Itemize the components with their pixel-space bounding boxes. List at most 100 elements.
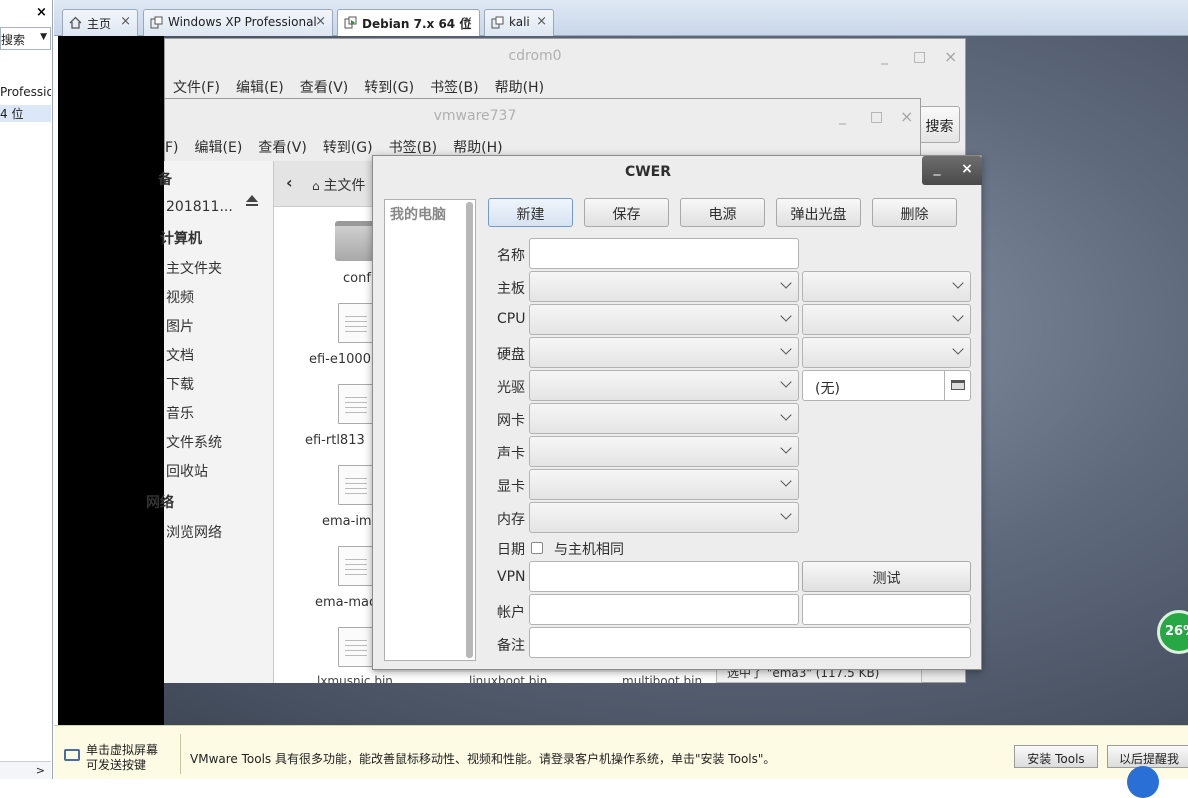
install-tools-button[interactable]: 安装 Tools — [1014, 745, 1098, 768]
search-button[interactable]: 搜索 — [919, 106, 960, 143]
close-icon[interactable]: × — [462, 14, 473, 29]
menu-file[interactable]: 文件(F) — [173, 80, 220, 96]
remind-later-button[interactable]: 以后提醒我 — [1107, 745, 1188, 768]
vm-list[interactable]: 我的电脑 — [384, 199, 476, 661]
eject-disc-button[interactable]: 弹出光盘 — [776, 198, 861, 227]
folder-icon[interactable] — [335, 221, 375, 261]
name-field[interactable] — [529, 238, 799, 269]
sidebar-item-browse-network[interactable]: 浏览网络 — [166, 522, 222, 542]
save-button[interactable]: 保存 — [584, 198, 669, 227]
menu-help[interactable]: 帮助(H) — [495, 80, 544, 96]
menu-go[interactable]: 转到(G) — [323, 140, 373, 156]
menu-bookmarks[interactable]: 书签(B) — [430, 80, 479, 96]
power-button[interactable]: 电源 — [680, 198, 765, 227]
menu-go[interactable]: 转到(G) — [364, 80, 414, 96]
note-field[interactable] — [529, 627, 971, 658]
sidebar-item-filesystem[interactable]: 文件系统 — [166, 432, 222, 452]
same-as-host-label[interactable]: 与主机相同 — [554, 539, 624, 559]
cpu-select[interactable] — [529, 304, 799, 335]
vm-list-item[interactable]: 我的电脑 — [390, 204, 446, 224]
video-select[interactable] — [529, 469, 799, 500]
close-button[interactable]: × — [944, 47, 957, 66]
library-item-debian[interactable]: 4 位 — [0, 105, 51, 122]
file-label[interactable]: lxmusnic.bin — [317, 674, 393, 683]
menu-edit[interactable]: 编辑(E) — [236, 80, 284, 96]
tab-windows-xp[interactable]: Windows XP Professional × — [143, 9, 333, 36]
library-search-input[interactable]: 搜索 ▼ — [0, 27, 51, 50]
file-label[interactable]: efi-e1000 — [309, 352, 371, 367]
cdrom-file-chooser[interactable]: (无) — [802, 370, 971, 401]
sound-select[interactable] — [529, 436, 799, 467]
menu-file[interactable]: F) — [165, 140, 179, 156]
library-scrollbar[interactable]: > — [0, 761, 51, 779]
file-icon[interactable] — [338, 627, 374, 667]
vm-list-scrollbar[interactable] — [466, 202, 473, 658]
file-label[interactable]: efi-rtl813 — [305, 433, 365, 448]
account-field[interactable] — [529, 594, 799, 625]
file-icon[interactable] — [338, 384, 374, 424]
eject-icon[interactable] — [246, 195, 258, 202]
menu-help[interactable]: 帮助(H) — [453, 140, 502, 156]
sidebar-item-documents[interactable]: 文档 — [166, 345, 194, 365]
library-close-button[interactable]: × — [36, 5, 47, 20]
file-label[interactable]: linuxboot.bin — [469, 674, 547, 683]
close-button[interactable]: × — [952, 156, 982, 185]
sidebar-item-music[interactable]: 音乐 — [166, 403, 194, 423]
chevron-down-icon[interactable]: ▼ — [40, 32, 47, 42]
menu-view[interactable]: 查看(V) — [258, 140, 307, 156]
test-button[interactable]: 测试 — [802, 561, 971, 592]
file-icon[interactable] — [338, 303, 374, 343]
tab-home[interactable]: 主页 × — [62, 9, 138, 36]
sidebar-item-trash[interactable]: 回收站 — [166, 461, 208, 481]
sidebar-item-device[interactable]: 201811... — [166, 199, 233, 215]
disk-sub-select[interactable] — [802, 337, 971, 368]
assistant-icon[interactable] — [1127, 766, 1159, 798]
file-view[interactable]: conf efi-e1000 efi-rtl813 ema-ima ema-ma… — [274, 207, 380, 683]
new-button[interactable]: 新建 — [488, 198, 573, 227]
password-field[interactable] — [802, 594, 971, 625]
folder-open-icon[interactable] — [944, 371, 972, 400]
cdrom-select[interactable] — [529, 370, 799, 401]
tab-debian[interactable]: Debian 7.x 64 位 × — [337, 9, 480, 37]
file-icon[interactable] — [338, 465, 374, 505]
scroll-right-icon[interactable]: > — [36, 764, 45, 777]
tab-label: 主页 — [87, 17, 112, 31]
path-home-button[interactable]: ⌂ 主文件 — [312, 175, 365, 195]
sidebar-item-videos[interactable]: 视频 — [166, 287, 194, 307]
menu-bookmarks[interactable]: 书签(B) — [389, 140, 438, 156]
menu-view[interactable]: 查看(V) — [300, 80, 349, 96]
delete-button[interactable]: 删除 — [872, 198, 957, 227]
library-item-xp[interactable]: Professio — [0, 85, 51, 99]
file-icon[interactable] — [338, 546, 374, 586]
close-button[interactable]: × — [900, 107, 913, 126]
file-label[interactable]: ema-mac — [315, 595, 376, 610]
maximize-button[interactable]: □ — [870, 109, 883, 125]
nic-select[interactable] — [529, 403, 799, 434]
close-icon[interactable]: × — [315, 14, 326, 29]
close-icon[interactable]: × — [120, 14, 131, 29]
disk-select[interactable] — [529, 337, 799, 368]
sidebar-item-pictures[interactable]: 图片 — [166, 316, 194, 336]
file-label[interactable]: ema-ima — [322, 514, 380, 529]
dialog-title: CWER — [624, 164, 672, 180]
sidebar-item-home[interactable]: 主文件夹 — [166, 258, 222, 278]
click-screen-hint: 单击虚拟屏幕 可发送按键 — [86, 743, 158, 773]
memory-select[interactable] — [529, 502, 799, 533]
board-sub-select[interactable] — [802, 271, 971, 302]
minimize-button[interactable]: _ — [839, 109, 846, 125]
vpn-field[interactable] — [529, 561, 799, 592]
back-icon[interactable]: ‹ — [286, 173, 293, 192]
minimize-button[interactable]: _ — [922, 156, 952, 185]
file-label[interactable]: conf — [343, 271, 371, 286]
sidebar-item-downloads[interactable]: 下载 — [166, 374, 194, 394]
window-title: vmware737 — [433, 108, 517, 124]
menu-edit[interactable]: 编辑(E) — [195, 140, 243, 156]
maximize-button[interactable]: □ — [913, 49, 926, 65]
file-label[interactable]: multiboot.bin — [622, 674, 702, 683]
same-as-host-checkbox[interactable] — [531, 542, 543, 554]
board-select[interactable] — [529, 271, 799, 302]
tab-kali[interactable]: kali × — [484, 9, 554, 36]
cpu-sub-select[interactable] — [802, 304, 971, 335]
minimize-button[interactable]: _ — [881, 49, 888, 65]
close-icon[interactable]: × — [536, 14, 547, 29]
